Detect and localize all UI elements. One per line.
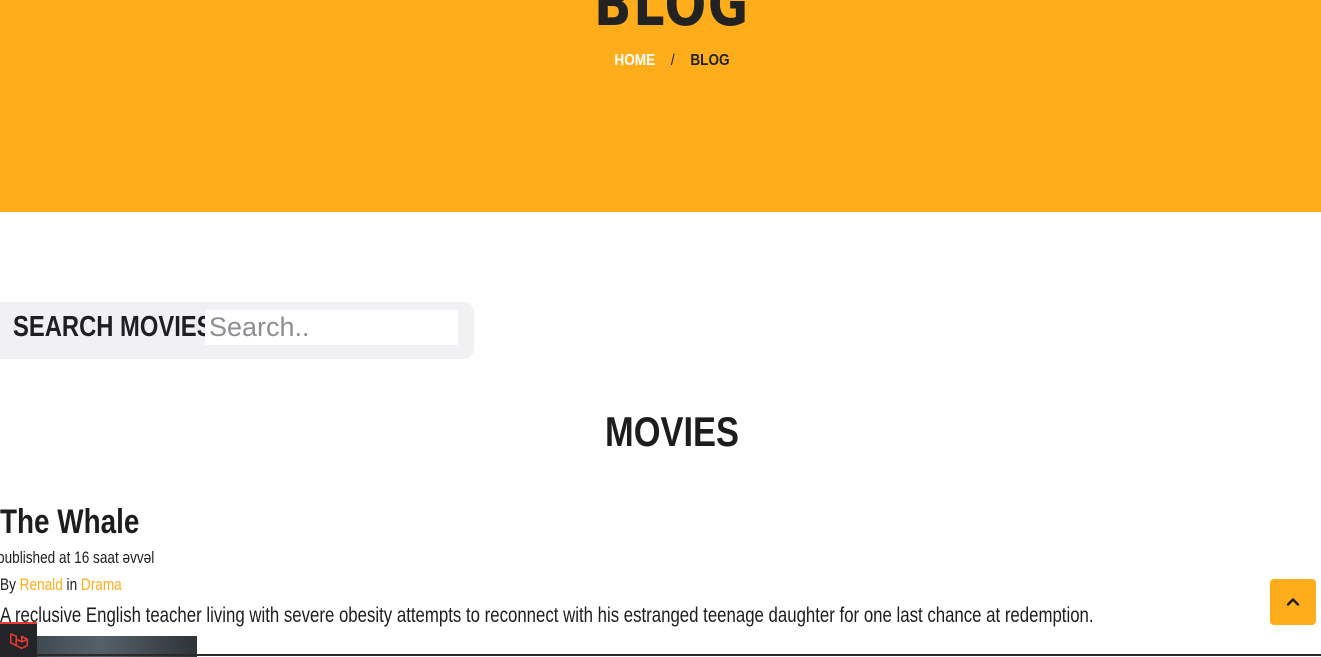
byline-in: in [66, 575, 78, 594]
search-label: SEARCH MOVIES: [13, 311, 221, 343]
page-header-banner: BLOG HOME / BLOG [0, 0, 1321, 212]
search-input[interactable] [205, 310, 458, 345]
page-title: BLOG [594, 0, 750, 40]
breadcrumb-separator: / [670, 52, 675, 69]
breadcrumb-home-link[interactable]: HOME [614, 52, 655, 69]
byline-prefix: By [0, 575, 16, 594]
search-panel: SEARCH MOVIES: [0, 302, 474, 359]
debugbar-toggle[interactable] [0, 622, 37, 657]
breadcrumb-current: BLOG [690, 52, 730, 69]
movies-section-title: MOVIES [605, 408, 739, 455]
movie-published-date: published at 16 saat əvvəl [0, 548, 155, 567]
movie-title-link[interactable]: The Whale [0, 503, 139, 542]
category-link[interactable]: Drama [81, 575, 122, 594]
movie-description: A reclusive English teacher living with … [0, 604, 1094, 627]
movie-byline: By Renald in Drama [0, 575, 122, 595]
breadcrumb: HOME / BLOG [101, 52, 1243, 70]
laravel-logo-icon [9, 632, 28, 649]
author-link[interactable]: Renald [20, 575, 63, 594]
divider [0, 654, 1321, 656]
chevron-up-icon [1286, 598, 1300, 606]
scroll-to-top-button[interactable] [1270, 579, 1316, 625]
